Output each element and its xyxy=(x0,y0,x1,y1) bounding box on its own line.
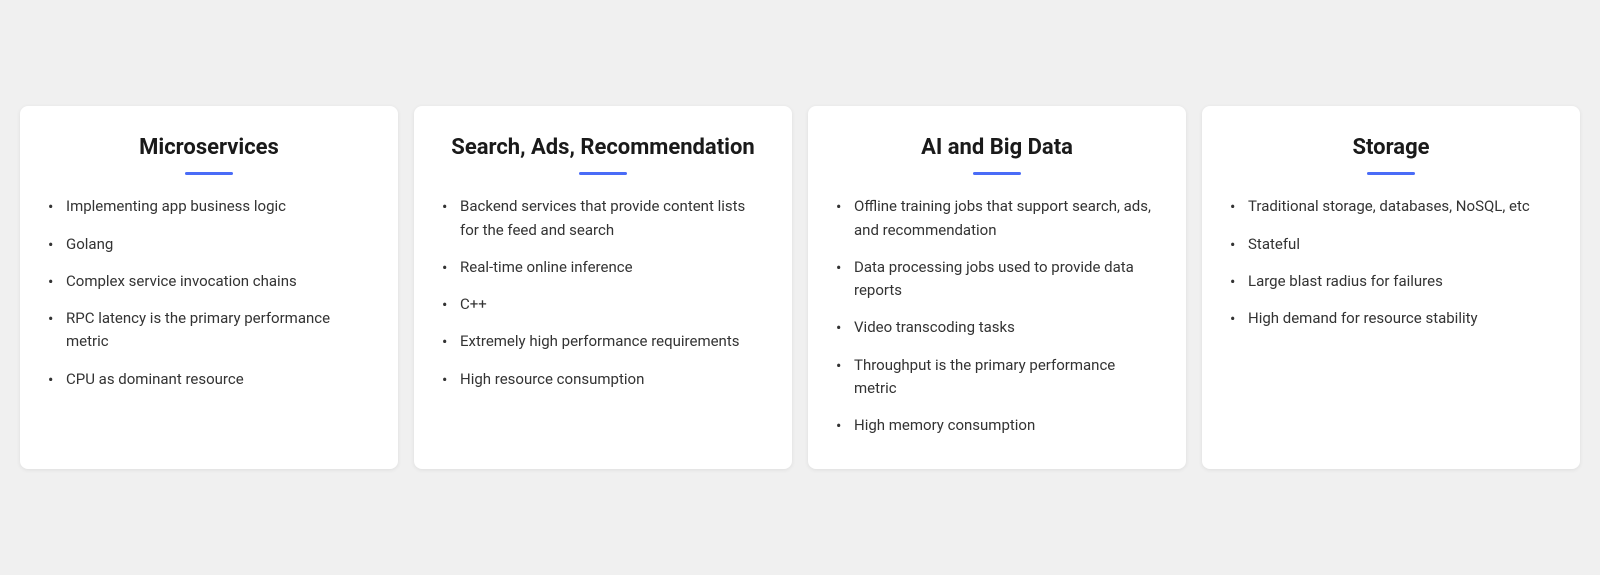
list-item: C++ xyxy=(442,293,764,316)
card-list-search-ads-recommendation: Backend services that provide content li… xyxy=(442,195,764,391)
card-ai-big-data: AI and Big Data Offline training jobs tha… xyxy=(808,106,1186,470)
card-divider-search-ads-recommendation xyxy=(579,172,627,175)
list-item: Real-time online inference xyxy=(442,256,764,279)
card-divider-ai-big-data xyxy=(973,172,1021,175)
card-search-ads-recommendation: Search, Ads, Recommendation Backend servi… xyxy=(414,106,792,470)
list-item: High memory consumption xyxy=(836,414,1158,437)
card-microservices: Microservices Implementing app business l… xyxy=(20,106,398,470)
list-item: Golang xyxy=(48,233,370,256)
card-title-microservices: Microservices xyxy=(48,134,370,163)
card-title-search-ads-recommendation: Search, Ads, Recommendation xyxy=(442,134,764,163)
list-item: High demand for resource stability xyxy=(1230,307,1552,330)
card-divider-storage xyxy=(1367,172,1415,175)
list-item: Backend services that provide content li… xyxy=(442,195,764,242)
list-item: Complex service invocation chains xyxy=(48,270,370,293)
list-item: Stateful xyxy=(1230,233,1552,256)
cards-container: Microservices Implementing app business l… xyxy=(20,106,1580,470)
card-list-storage: Traditional storage, databases, NoSQL, e… xyxy=(1230,195,1552,330)
card-list-microservices: Implementing app business logic Golang Com… xyxy=(48,195,370,391)
list-item: CPU as dominant resource xyxy=(48,368,370,391)
card-title-storage: Storage xyxy=(1230,134,1552,163)
list-item: Video transcoding tasks xyxy=(836,316,1158,339)
card-list-ai-big-data: Offline training jobs that support searc… xyxy=(836,195,1158,437)
list-item: High resource consumption xyxy=(442,368,764,391)
list-item: Offline training jobs that support searc… xyxy=(836,195,1158,242)
list-item: Implementing app business logic xyxy=(48,195,370,218)
list-item: Throughput is the primary performance me… xyxy=(836,354,1158,401)
list-item: Traditional storage, databases, NoSQL, e… xyxy=(1230,195,1552,218)
card-storage: Storage Traditional storage, databases, N… xyxy=(1202,106,1580,470)
card-title-ai-big-data: AI and Big Data xyxy=(836,134,1158,163)
card-divider-microservices xyxy=(185,172,233,175)
list-item: Large blast radius for failures xyxy=(1230,270,1552,293)
list-item: Extremely high performance requirements xyxy=(442,330,764,353)
list-item: RPC latency is the primary performance m… xyxy=(48,307,370,354)
list-item: Data processing jobs used to provide dat… xyxy=(836,256,1158,303)
